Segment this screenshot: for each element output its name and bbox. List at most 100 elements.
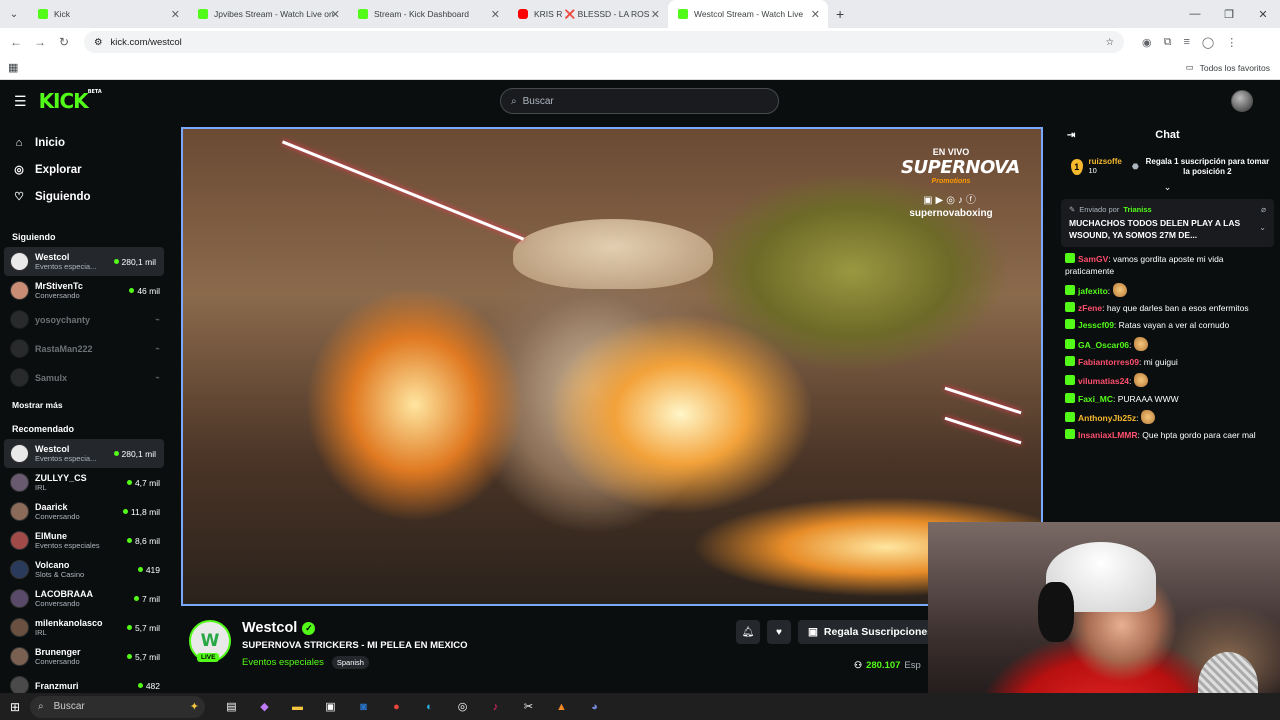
tiktok-icon[interactable]: ♪ [479,693,512,720]
media-icon[interactable]: ≡ [1183,36,1189,49]
notifications-bell-button[interactable]: 🔔︎ [736,620,760,644]
close-tab-icon[interactable]: ✕ [331,8,340,21]
menu-icon[interactable]: ⋮ [1226,36,1237,49]
following-channel[interactable]: MrStivenTc Conversando 46 mil [0,276,168,305]
store-icon[interactable]: ▣ [314,693,347,720]
avatar [10,310,29,329]
chat-username[interactable]: Jesscf09 [1078,320,1114,330]
task-view-icon[interactable]: ▤ [215,693,248,720]
pinned-message[interactable]: ✎ Enviado por Trianiss MUCHACHOS TODOS DEL… [1061,199,1274,248]
nav-siguiendo[interactable]: ♡ Siguiendo [0,183,168,210]
chat-message: vilumatias24: [1065,373,1270,388]
close-tab-icon[interactable]: ✕ [491,8,500,21]
recommended-channel[interactable]: ElMune Eventos especiales 8,6 mil [0,526,168,555]
close-tab-icon[interactable]: ✕ [171,8,180,21]
back-icon[interactable]: ← [4,35,28,49]
channel-name[interactable]: Westcol ✓ [242,620,316,636]
copilot-icon: ✦ [189,701,199,713]
browser-tab-active[interactable]: Westcol Stream - Watch Live ✕ [668,0,828,28]
avatar [10,252,29,271]
offline-icon: ⌁ [155,373,160,382]
chrome-icon[interactable]: ● [380,693,413,720]
chat-username[interactable]: GA_Oscar06 [1078,340,1129,350]
browser-tab[interactable]: Stream - Kick Dashboard ✕ [348,0,508,28]
user-avatar[interactable] [1231,90,1253,112]
forward-icon[interactable]: → [28,35,52,49]
reload-icon[interactable]: ↻ [52,35,76,49]
taskbar-apps: ▤ ◆ ▬ ▣ ◙ ● ◐ ◎ ♪ ✂ ▲ ◕ [215,693,611,720]
top-gifter[interactable]: ruizsoffe 10 [1089,157,1122,175]
minimize-icon[interactable]: — [1178,0,1212,28]
start-button[interactable]: ⊞ [0,700,30,714]
recommended-channel[interactable]: LACOBRAAA Conversando 7 mil [0,584,168,613]
following-channel[interactable]: RastaMan222 ⌁ [0,334,168,363]
extensions-icon[interactable]: ⧉ [1164,36,1172,49]
chat-message: Faxi_MC: PURAAA WWW [1065,392,1270,405]
bookmark-star-icon[interactable]: ☆ [1105,37,1114,48]
chat-username[interactable]: Faxi_MC [1078,394,1113,404]
hamburger-menu-icon[interactable]: ☰ [14,93,27,110]
recommended-channel[interactable]: Franzmuri 482 [0,671,168,695]
outlook-icon[interactable]: ◙ [347,693,380,720]
edge-icon[interactable]: ◐ [413,693,446,720]
browser-tab[interactable]: KRIS R ❌ BLESSD - LA ROS ✕ [508,0,668,28]
tab-search-icon[interactable]: ⌄ [0,0,28,28]
category-link[interactable]: Eventos especiales [242,657,324,668]
browser-tab-strip: ⌄ Kick ✕ Jpvibes Stream - Watch Live on ✕ … [0,0,1280,28]
following-channel[interactable]: Westcol Eventos especia... 280,1 mil [4,247,164,276]
chat-username[interactable]: jafexito [1078,286,1108,296]
following-channel[interactable]: Samulx ⌁ [0,363,168,392]
expand-leaderboard-icon[interactable]: ⌄ [1055,182,1280,193]
chat-username[interactable]: Fabiantorres09 [1078,357,1139,367]
browser-tab[interactable]: Kick ✕ [28,0,188,28]
browser-tab[interactable]: Jpvibes Stream - Watch Live on ✕ [188,0,348,28]
profile-icon[interactable]: ◯ [1202,36,1214,49]
site-info-icon[interactable]: ⚙ [94,37,103,48]
taskbar-search[interactable]: ⌕ Buscar ✦ [30,695,205,718]
recommended-channel[interactable]: Brunenger Conversando 5,7 mil [0,642,168,671]
obs-icon[interactable]: ◎ [446,693,479,720]
new-tab-button[interactable]: + [836,6,844,22]
chat-username[interactable]: SamGV [1078,254,1108,264]
recommended-channel[interactable]: Volcano Slots & Casino 419 [0,555,168,584]
following-channel[interactable]: yosoychanty ⌁ [0,305,168,334]
close-tab-icon[interactable]: ✕ [811,8,820,21]
gift-cta[interactable]: Regala 1 suscripción para tomar la posic… [1145,157,1270,176]
recommended-channel[interactable]: ZULLYY_CS IRL 4,7 mil [0,468,168,497]
app-icon[interactable]: ▲ [545,693,578,720]
extension-icon[interactable]: ◉ [1142,36,1152,49]
unpin-icon[interactable]: ⌀ [1261,205,1266,214]
chat-username[interactable]: vilumatias24 [1078,376,1129,386]
chat-username[interactable]: zFene [1078,303,1102,313]
chat-username[interactable]: AnthonyJb25z [1078,413,1136,423]
chevron-down-icon[interactable]: ⌄ [1259,223,1266,232]
follow-heart-button[interactable]: ♥ [767,620,791,644]
close-tab-icon[interactable]: ✕ [651,8,660,21]
language-tag[interactable]: Spanish [331,656,369,669]
rank-badge: 1 [1071,158,1083,175]
video-subject [513,219,713,289]
restore-icon[interactable]: ❐ [1212,0,1246,28]
show-more-link[interactable]: Mostrar más [0,400,168,410]
url-field[interactable]: ⚙ kick.com/westcol ☆ [84,31,1124,53]
collapse-chat-icon[interactable]: ⇥ [1067,130,1075,141]
kick-logo[interactable]: KICKBETA [39,89,102,113]
video-player[interactable]: EN VIVO SUPERNOVA Promotions ▣▶◎♪ⓕ super… [181,127,1043,606]
nav-explorar[interactable]: ◎ Explorar [0,156,168,183]
all-bookmarks-button[interactable]: ▭ Todos los favoritos [1186,62,1270,73]
avatar [10,647,29,666]
apps-grid-icon[interactable]: ▦ [8,61,18,74]
search-input[interactable]: ⌕ Buscar [500,88,779,114]
copilot-app-icon[interactable]: ◆ [248,693,281,720]
recommended-channel[interactable]: Westcol Eventos especia... 280,1 mil [4,439,164,468]
nav-inicio[interactable]: ⌂ Inicio [0,129,168,156]
close-window-icon[interactable]: ✕ [1246,0,1280,28]
chat-username[interactable]: InsaniaxLMMR [1078,430,1138,440]
capcut-icon[interactable]: ✂ [512,693,545,720]
recommended-channel[interactable]: milenkanolasco IRL 5,7 mil [0,613,168,642]
file-explorer-icon[interactable]: ▬ [281,693,314,720]
recommended-channel[interactable]: Daarick Conversando 11,8 mil [0,497,168,526]
discord-icon[interactable]: ◕ [578,693,611,720]
gift-subscriptions-button[interactable]: ▣ Regala Suscripciones [798,620,944,644]
search-icon: ⌕ [38,701,44,712]
